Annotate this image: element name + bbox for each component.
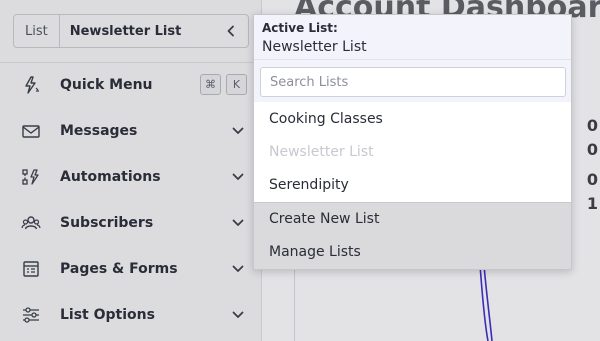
sidebar-item-label: List Options: [60, 307, 155, 323]
lightning-cursor-icon: [21, 75, 41, 95]
chevron-down-icon[interactable]: [230, 261, 246, 277]
users-icon: [21, 213, 41, 233]
stat-value: 0: [586, 140, 598, 159]
shortcut-key-k: K: [226, 74, 247, 95]
sidebar-item-label: Pages & Forms: [60, 261, 178, 277]
list-item-cooking-classes[interactable]: Cooking Classes: [269, 111, 383, 127]
stat-value: 1: [586, 194, 598, 213]
create-new-list-button[interactable]: Create New List: [269, 211, 379, 227]
sidebar-item-subscribers[interactable]: Subscribers: [0, 200, 262, 246]
list-tag: List: [14, 15, 60, 47]
list-switcher-dropdown: Active List: Newsletter List Cooking Cla…: [253, 14, 572, 270]
current-list-name: Newsletter List: [69, 23, 182, 39]
chevron-down-icon[interactable]: [230, 169, 246, 185]
chevron-down-icon[interactable]: [230, 307, 246, 323]
list-selector[interactable]: List Newsletter List: [13, 14, 249, 48]
page-layout-icon: [21, 259, 41, 279]
sidebar-item-automations[interactable]: Automations: [0, 154, 262, 200]
sidebar-item-messages[interactable]: Messages: [0, 108, 262, 154]
list-item-newsletter-list: Newsletter List: [269, 144, 374, 160]
manage-lists-button[interactable]: Manage Lists: [269, 244, 361, 260]
sidebar-item-label: Automations: [60, 169, 161, 185]
chevron-left-icon[interactable]: [214, 15, 248, 47]
chevron-down-icon[interactable]: [230, 123, 246, 139]
shortcut-key-cmd: ⌘: [200, 74, 221, 95]
active-list-header: Active List: Newsletter List: [254, 15, 571, 60]
sidebar-item-label: Quick Menu: [60, 77, 153, 93]
sidebar-item-quick-menu[interactable]: Quick Menu ⌘ K: [0, 62, 262, 108]
sidebar-item-label: Messages: [60, 123, 138, 139]
search-wrapper: [254, 60, 571, 102]
sidebar-item-list-options[interactable]: List Options: [0, 292, 262, 338]
stat-value: 0: [586, 170, 598, 189]
chevron-down-icon[interactable]: [230, 215, 246, 231]
sidebar: List Newsletter List Quick Menu ⌘ K Mess…: [0, 0, 262, 341]
sliders-icon: [21, 305, 41, 325]
list-actions: Create New List Manage Lists: [254, 202, 571, 269]
lists-container: Cooking Classes Newsletter List Serendip…: [254, 102, 571, 202]
list-item-serendipity[interactable]: Serendipity: [269, 177, 349, 193]
active-list-label: Active List:: [262, 21, 338, 35]
automation-flow-icon: [21, 167, 41, 187]
sidebar-item-pages-forms[interactable]: Pages & Forms: [0, 246, 262, 292]
stat-value: 0: [586, 116, 598, 135]
active-list-name: Newsletter List: [262, 39, 367, 55]
sidebar-item-label: Subscribers: [60, 215, 154, 231]
envelope-icon: [21, 121, 41, 141]
search-lists-input[interactable]: [260, 67, 566, 97]
